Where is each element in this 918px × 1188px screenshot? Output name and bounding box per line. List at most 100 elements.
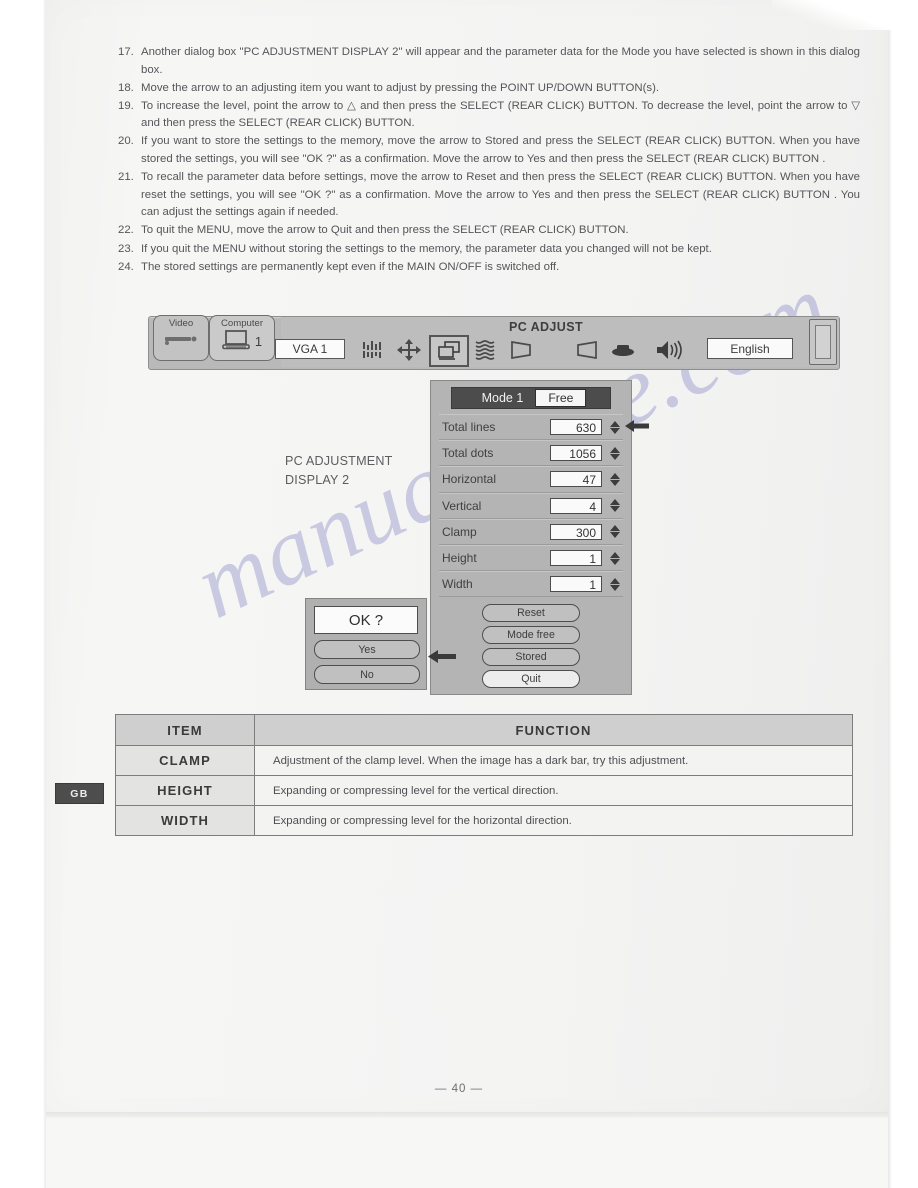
parameter-label: Height xyxy=(442,551,477,566)
osd-menu-title: PC ADJUST xyxy=(509,320,583,334)
table-cell-item: WIDTH xyxy=(115,805,255,836)
mode-free-button[interactable]: Mode free xyxy=(482,626,580,645)
step-number: 24. xyxy=(118,260,134,273)
table-header-item: ITEM xyxy=(115,714,255,746)
noise-wave-icon[interactable] xyxy=(469,337,501,363)
table-row: WIDTH Expanding or compressing level for… xyxy=(115,805,853,836)
step-text: Another dialog box "PC ADJUSTMENT DISPLA… xyxy=(141,46,860,76)
osd-tab-computer[interactable]: Computer 1 xyxy=(209,315,275,361)
position-arrows-icon[interactable] xyxy=(393,337,425,363)
parameter-row-clamp[interactable]: Clamp 300 xyxy=(439,518,623,545)
parameter-row-width[interactable]: Width 1 xyxy=(439,571,623,598)
step-number: 20. xyxy=(118,135,134,148)
list-item: 24. The stored settings are permanently … xyxy=(118,259,860,277)
confirm-dialog: OK ? Yes No xyxy=(305,598,456,690)
step-text: If you want to store the settings to the… xyxy=(141,135,860,166)
mode-header: Mode 1 Free xyxy=(451,387,611,409)
osd-tab-computer-label: Computer xyxy=(220,318,264,329)
instruction-list: 17. Another dialog box "PC ADJUSTMENT DI… xyxy=(118,44,860,277)
no-button[interactable]: No xyxy=(314,665,420,684)
parameter-label: Horizontal xyxy=(442,472,497,487)
parameter-label: Total dots xyxy=(442,446,494,461)
parameter-label: Total lines xyxy=(442,420,496,435)
step-text: The stored settings are permanently kept… xyxy=(141,260,560,273)
spinner-updown-icon[interactable] xyxy=(607,525,623,539)
function-table: ITEM FUNCTION CLAMP Adjustment of the cl… xyxy=(115,714,853,836)
step-number: 18. xyxy=(118,81,134,94)
list-item: 19. To increase the level, point the arr… xyxy=(118,98,860,133)
table-header-function: FUNCTION xyxy=(254,714,853,746)
parameter-row-height[interactable]: Height 1 xyxy=(439,544,623,572)
step-text: To recall the parameter data before sett… xyxy=(141,171,860,219)
spinner-updown-icon[interactable] xyxy=(607,446,623,460)
step-number: 22. xyxy=(118,224,134,237)
diagram-caption: PC ADJUSTMENT DISPLAY 2 xyxy=(285,452,393,490)
step-text: Move the arrow to an adjusting item you … xyxy=(141,81,660,94)
fine-sync-icon[interactable] xyxy=(357,337,389,363)
caption-line-1: PC ADJUSTMENT xyxy=(285,454,393,468)
table-cell-function: Expanding or compressing level for the h… xyxy=(254,805,853,836)
parameter-row-total-lines[interactable]: Total lines 630 xyxy=(439,414,649,441)
osd-source-value[interactable]: VGA 1 xyxy=(275,339,345,359)
parameter-row-vertical[interactable]: Vertical 4 xyxy=(439,492,623,519)
spinner-updown-icon[interactable] xyxy=(607,551,623,565)
table-row: HEIGHT Expanding or compressing level fo… xyxy=(115,775,853,806)
parameter-value[interactable]: 1 xyxy=(550,550,602,567)
list-item: 20. If you want to store the settings to… xyxy=(118,133,860,168)
parameter-value[interactable]: 1056 xyxy=(550,445,602,462)
table-cell-function: Adjustment of the clamp level. When the … xyxy=(254,745,853,776)
scanned-page: manualshive.com 17. Another dialog box "… xyxy=(0,0,918,1188)
page-sheet-lower xyxy=(45,1118,890,1188)
yes-button[interactable]: Yes xyxy=(314,640,420,659)
osd-language-value[interactable]: English xyxy=(707,338,793,359)
parameter-value[interactable]: 47 xyxy=(550,471,602,488)
video-source-icon xyxy=(165,336,197,345)
parameter-row-horizontal[interactable]: Horizontal 47 xyxy=(439,466,623,493)
table-cell-function: Expanding or compressing level for the v… xyxy=(254,775,853,806)
spinner-updown-icon[interactable] xyxy=(607,420,623,434)
step-text: To quit the MENU, move the arrow to Quit… xyxy=(141,224,629,237)
mode-label: Mode 1 xyxy=(481,391,524,405)
parameter-row-total-dots[interactable]: Total dots 1056 xyxy=(439,440,623,467)
parameter-value[interactable]: 1 xyxy=(550,576,602,593)
osd-scroll-indicator[interactable] xyxy=(809,319,837,365)
language-tab-gb: GB xyxy=(55,783,104,804)
parameter-label: Width xyxy=(442,577,473,592)
no-show-icon[interactable] xyxy=(607,337,639,363)
page-right-edge xyxy=(888,0,892,1188)
parameter-value[interactable]: 4 xyxy=(550,497,602,514)
parameter-label: Vertical xyxy=(442,498,482,513)
reset-button[interactable]: Reset xyxy=(482,604,580,623)
confirm-dialog-title: OK ? xyxy=(314,606,418,634)
table-cell-item: HEIGHT xyxy=(115,775,255,806)
table-row: CLAMP Adjustment of the clamp level. Whe… xyxy=(115,745,853,776)
osd-tab-video-label: Video xyxy=(168,318,194,329)
page-corner-highlight xyxy=(772,0,892,30)
parameter-value[interactable]: 300 xyxy=(550,523,602,540)
keystone-2-icon[interactable] xyxy=(571,337,603,363)
mode-free-value[interactable]: Free xyxy=(535,389,587,407)
pointer-arrow-icon xyxy=(428,650,456,663)
osd-tab-video[interactable]: Video xyxy=(153,315,209,361)
table-header-row: ITEM FUNCTION xyxy=(115,714,853,746)
pc-adjust-icon[interactable] xyxy=(429,335,469,367)
stored-button[interactable]: Stored xyxy=(482,648,580,667)
parameter-value[interactable]: 630 xyxy=(550,419,602,436)
step-number: 19. xyxy=(118,99,134,112)
parameter-label: Clamp xyxy=(442,524,477,539)
volume-speaker-icon[interactable] xyxy=(653,337,685,363)
keystone-icon[interactable] xyxy=(505,337,537,363)
panel-button-group: Reset Mode free Stored Quit xyxy=(439,604,623,689)
step-text: If you quit the MENU without storing the… xyxy=(141,242,712,255)
pc-adjustment-display-2-panel: Mode 1 Free Total lines 630 Total dots 1… xyxy=(430,380,649,695)
quit-button[interactable]: Quit xyxy=(482,670,580,689)
page-left-edge xyxy=(43,0,46,1188)
spinner-updown-icon[interactable] xyxy=(607,472,623,486)
spinner-updown-icon[interactable] xyxy=(607,577,623,591)
list-item: 17. Another dialog box "PC ADJUSTMENT DI… xyxy=(118,44,860,79)
step-number: 23. xyxy=(118,242,134,255)
step-text: To increase the level, point the arrow t… xyxy=(141,99,860,130)
spinner-updown-icon[interactable] xyxy=(607,499,623,513)
computer-laptop-icon xyxy=(222,330,250,350)
list-item: 23. If you quit the MENU without storing… xyxy=(118,241,860,259)
